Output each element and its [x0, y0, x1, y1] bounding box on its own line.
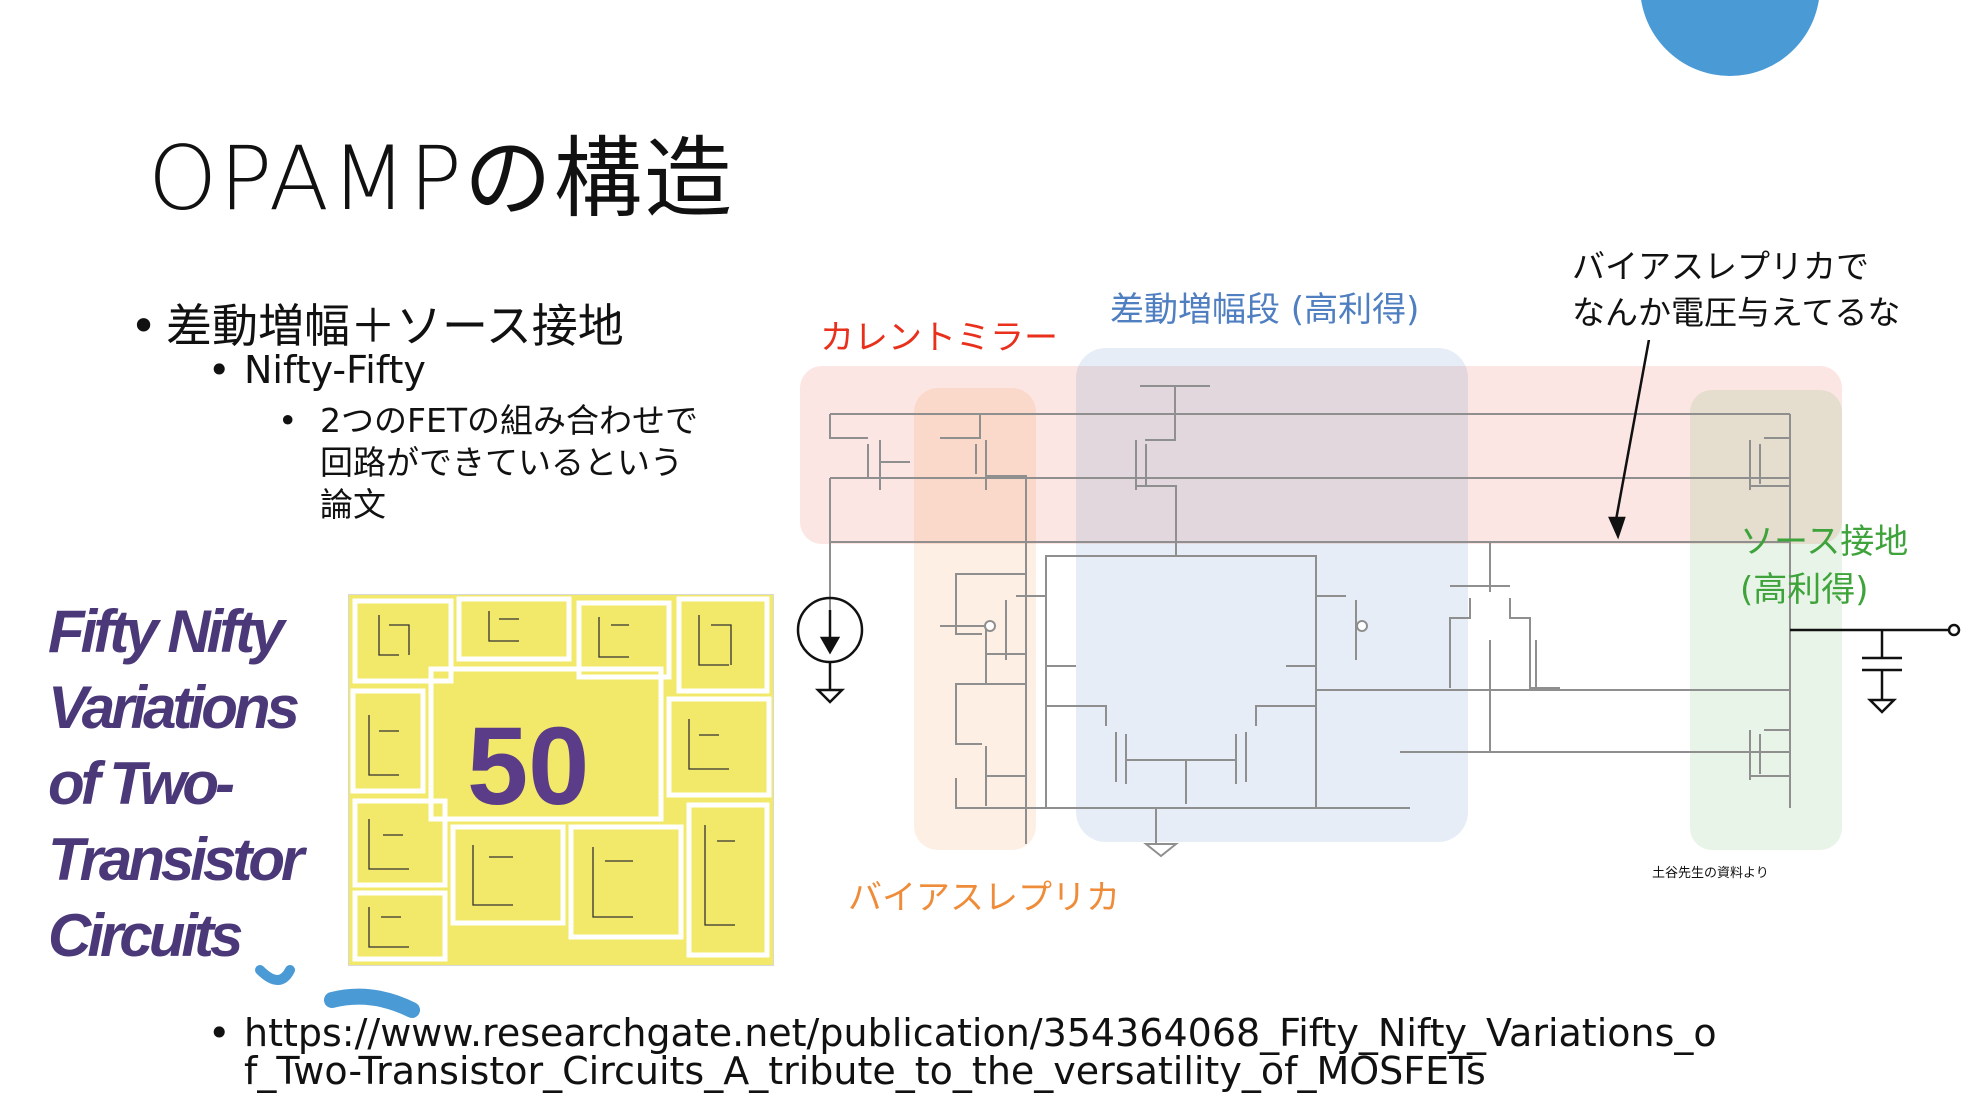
slide-title: OPAMPの構造: [148, 127, 734, 230]
label-source-ground: ソース接地: [1740, 522, 1909, 562]
label-source-ground-gain: (高利得): [1740, 570, 1869, 610]
book-title: Fifty Nifty Variations of Two- Transisto…: [48, 598, 304, 969]
label-diff-amp: 差動増幅段 (高利得): [1110, 290, 1420, 330]
paper-url[interactable]: • https://www.researchgate.net/publicatio…: [208, 1014, 1717, 1090]
cover-number: 50: [467, 705, 590, 828]
current-source-symbol: [796, 596, 864, 704]
source-ground-region: [1690, 390, 1842, 850]
bullet-level1: • 差動増幅＋ソース接地: [130, 299, 624, 353]
decor-circle: [1641, 0, 1819, 76]
diff-amp-region: [1076, 348, 1468, 842]
label-current-mirror: カレントミラー: [820, 318, 1058, 358]
bullet-level3: • 2つのFETの組み合わせで 回路ができているという 論文: [278, 401, 698, 524]
bullet-level2: • Nifty-Fifty: [208, 348, 426, 392]
source-credit: 土谷先生の資料より: [1652, 866, 1769, 881]
bias-annotation: バイアスレプリカで なんか電圧与えてるな: [1572, 247, 1901, 332]
book-cover-image: 50: [348, 594, 774, 966]
label-bias-replica: バイアスレプリカ: [848, 878, 1120, 918]
